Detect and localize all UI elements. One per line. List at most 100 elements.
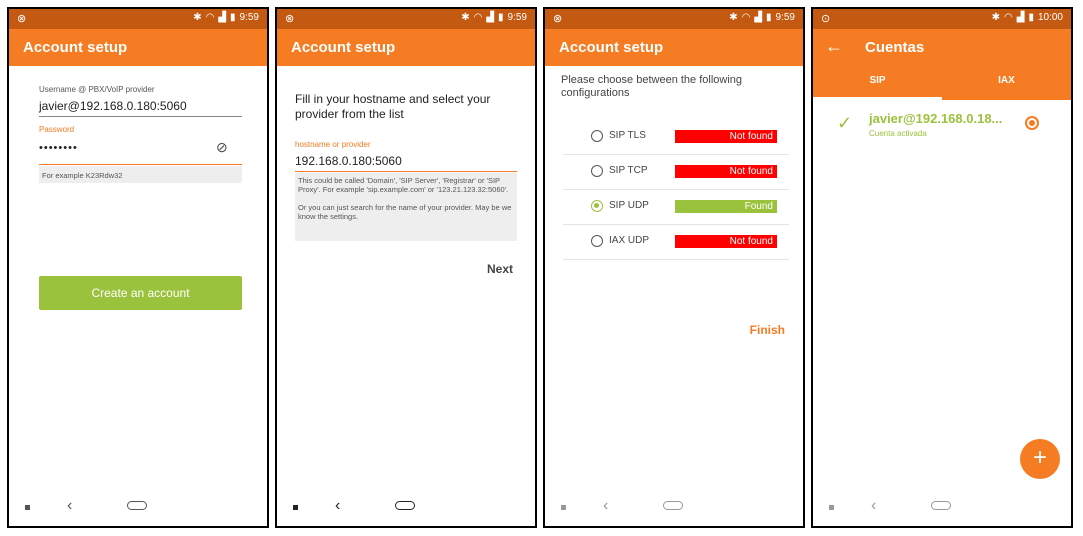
system-nav-bar: ‹ [813,492,1071,526]
app-bar: Account setup [545,29,803,66]
config-row-sip-tls[interactable]: SIP TLS Not found [563,119,789,155]
status-bar: ⊗ ✱ ◠ ▟ ▮ 9:59 [277,9,535,29]
password-hint: For example K23Rdw32 [39,166,242,183]
bluetooth-icon: ✱ [729,12,738,23]
config-row-iax-udp[interactable]: IAX UDP Not found [563,224,789,260]
status-bar: ⊗ ✱ ◠ ▟ ▮ 9:59 [9,9,267,29]
bluetooth-icon: ✱ [991,12,1001,23]
hostname-hint-1: This could be called 'Domain', 'SIP Serv… [298,176,509,194]
clock: 9:59 [507,12,527,23]
recents-button[interactable] [561,505,566,510]
app-bar: Account setup [9,29,267,66]
radio-dot [1029,120,1035,126]
clock: 9:59 [775,12,795,23]
tab-indicator [813,97,942,100]
password-label: Password [39,125,75,134]
add-account-fab[interactable]: + [1020,439,1060,479]
app-bar: Account setup [277,29,535,66]
system-nav-bar: ‹ [277,492,535,526]
config-status-badge: Found [675,200,777,213]
app-bar: ← Cuentas SIP IAX [813,29,1071,100]
status-bar: ⊗ ✱ ◠ ▟ ▮ 9:59 [545,9,803,29]
battery-icon: ▮ [230,12,236,23]
back-button[interactable]: ‹ [603,497,608,515]
wifi-icon: ◠ [1004,12,1013,23]
visibility-off-icon[interactable]: ⊘ [216,139,228,156]
phone-screen-configurations: ⊗ ✱ ◠ ▟ ▮ 9:59 Account setup Please choo… [543,7,805,528]
clock: 9:59 [239,12,259,23]
back-button[interactable]: ‹ [67,497,72,515]
config-row-sip-tcp[interactable]: SIP TCP Not found [563,154,789,190]
config-status-badge: Not found [675,165,777,178]
username-underline [39,116,242,117]
hostname-hint-box: This could be called 'Domain', 'SIP Serv… [295,173,517,241]
system-nav-bar: ‹ [9,492,267,526]
password-underline [39,164,242,165]
battery-icon: ▮ [766,12,772,23]
page-title: Account setup [291,39,396,56]
home-button[interactable] [127,501,147,510]
config-name: SIP UDP [609,200,649,211]
tab-sip[interactable]: SIP [813,75,942,86]
add-lock-icon: + [1032,444,1047,471]
wifi-icon: ◠ [205,12,215,23]
radio-button[interactable] [591,130,603,142]
hostname-underline [295,171,517,172]
recents-button[interactable] [293,505,298,510]
home-button[interactable] [663,501,683,510]
phone-screen-account-setup-credentials: ⊗ ✱ ◠ ▟ ▮ 9:59 Account setup Username @ … [7,7,269,528]
radio-button[interactable] [591,165,603,177]
radio-button-selected[interactable] [591,200,603,212]
clock: 10:00 [1037,12,1063,23]
instruction-text: Fill in your hostname and select your pr… [295,92,491,121]
notification-icon: ⊗ [17,13,27,25]
recents-button[interactable] [829,505,834,510]
config-name: SIP TLS [609,130,646,141]
username-label: Username @ PBX/VoIP provider [39,85,155,94]
config-row-sip-udp[interactable]: SIP UDP Found [563,189,789,225]
radio-button-selected[interactable] [1025,116,1039,130]
username-field[interactable]: javier@192.168.0.180:5060 [39,99,187,113]
signal-icon: ▟ [218,12,227,23]
battery-icon: ▮ [1028,12,1034,23]
wifi-icon: ◠ [741,12,751,23]
home-button[interactable] [931,501,951,510]
next-button[interactable]: Next [487,262,513,276]
account-status: Cuenta activada [869,129,927,138]
hostname-hint-2: Or you can just search for the name of y… [298,203,512,221]
system-nav-bar: ‹ [545,492,803,526]
hostname-field[interactable]: 192.168.0.180:5060 [295,154,402,168]
signal-icon: ▟ [754,12,763,23]
bluetooth-icon: ✱ [461,12,470,23]
account-name: javier@192.168.0.18... [869,111,1003,126]
signal-icon: ▟ [486,12,495,23]
back-arrow-icon[interactable]: ← [825,36,843,57]
recents-button[interactable] [25,505,30,510]
hostname-label: hostname or provider [295,140,371,149]
bluetooth-icon: ✱ [193,12,202,23]
back-button[interactable]: ‹ [335,497,340,515]
config-name: IAX UDP [609,235,650,246]
create-account-button[interactable]: Create an account [39,276,242,310]
notification-icon: ⊗ [285,13,295,25]
signal-icon: ▟ [1016,12,1025,23]
instruction-text: Please choose between the following conf… [561,74,743,99]
finish-button[interactable]: Finish [750,323,785,337]
back-button[interactable]: ‹ [871,497,876,515]
config-name: SIP TCP [609,165,648,176]
home-button[interactable] [395,501,415,510]
password-field[interactable]: •••••••• [39,142,78,154]
page-title: Account setup [23,39,128,56]
phone-screen-hostname: ⊗ ✱ ◠ ▟ ▮ 9:59 Account setup Fill in you… [275,7,537,528]
checkmark-icon: ✓ [837,113,853,133]
config-status-badge: Not found [675,130,777,143]
radio-button[interactable] [591,235,603,247]
page-title: Cuentas [865,39,925,56]
tab-iax[interactable]: IAX [942,75,1071,86]
notification-icon: ⊗ [553,13,563,25]
phone-screen-accounts: ⊙ ✱ ◠ ▟ ▮ 10:00 ← Cuentas SIP IAX ✓ javi… [811,7,1073,528]
wifi-icon: ◠ [473,12,483,23]
config-status-badge: Not found [675,235,777,248]
battery-icon: ▮ [498,12,504,23]
check-circle-icon: ⊙ [821,13,831,25]
